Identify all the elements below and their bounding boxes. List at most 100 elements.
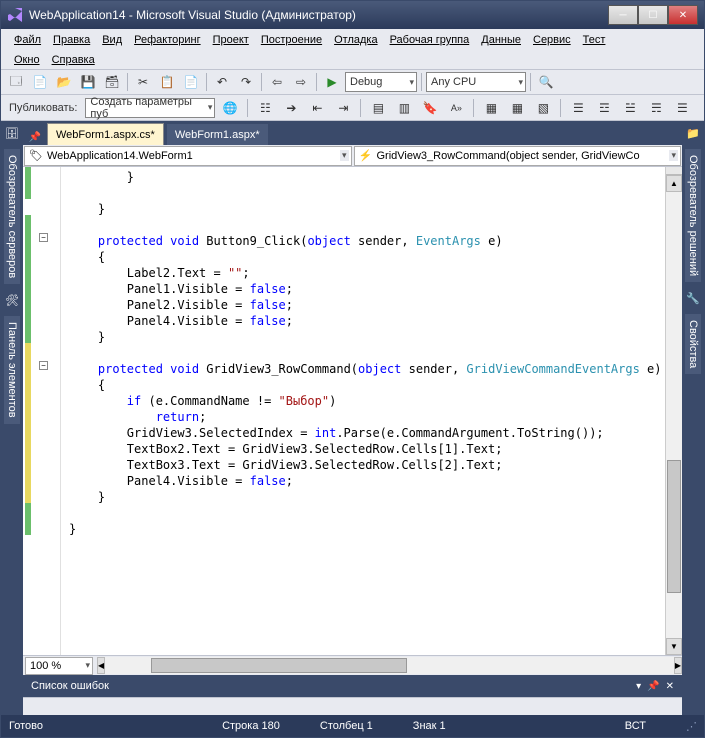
error-list-header[interactable]: Список ошибок ▾ 📌 ✕ <box>23 675 682 697</box>
format-icon[interactable]: A» <box>445 97 467 119</box>
comment-icon[interactable]: ▤ <box>367 97 389 119</box>
standard-toolbar: 🗔 📄 📂 💾 🗃 ✂ 📋 📄 ↶ ↷ ⇦ ⇨ ▶ Debug Any CPU … <box>1 69 704 95</box>
indent2-icon[interactable]: ⇥ <box>332 97 354 119</box>
menu-service[interactable]: Сервис <box>528 32 576 48</box>
paste-icon[interactable]: 📄 <box>180 71 202 93</box>
minimize-button[interactable]: ─ <box>608 5 638 25</box>
find-icon[interactable]: 🔍 <box>535 71 557 93</box>
panel-close-icon[interactable]: ✕ <box>666 681 674 692</box>
tab-label: WebForm1.aspx* <box>175 129 260 141</box>
resize-grip[interactable]: ⋰ <box>686 720 696 733</box>
tab-pin-icon[interactable]: 📌 <box>27 129 43 145</box>
menu-debug[interactable]: Отладка <box>329 32 382 48</box>
align1-icon[interactable]: ☰ <box>567 97 589 119</box>
uncomment-icon[interactable]: ▥ <box>393 97 415 119</box>
save-icon[interactable]: 💾 <box>77 71 99 93</box>
tab-inactive[interactable]: WebForm1.aspx* <box>166 123 269 145</box>
panel-pin-icon[interactable]: 📌 <box>647 681 659 692</box>
undo-icon[interactable]: ↶ <box>211 71 233 93</box>
separator <box>473 99 474 117</box>
menu-team[interactable]: Рабочая группа <box>385 32 475 48</box>
publish-button-icon[interactable]: 🌐 <box>219 97 241 119</box>
scroll-thumb[interactable] <box>667 460 681 594</box>
menu-data[interactable]: Данные <box>476 32 526 48</box>
member-name: GridView3_RowCommand(object sender, Grid… <box>377 150 640 162</box>
publish-label: Публиковать: <box>5 102 81 114</box>
tab-active[interactable]: WebForm1.aspx.cs* <box>47 123 164 145</box>
align4-icon[interactable]: ☴ <box>645 97 667 119</box>
align5-icon[interactable]: ☰ <box>671 97 693 119</box>
scroll-track-h[interactable] <box>105 657 674 674</box>
menu-edit[interactable]: Правка <box>48 32 95 48</box>
menu-file[interactable]: Файл <box>9 32 46 48</box>
solution-explorer-tab[interactable]: Обозреватель решений <box>685 149 701 282</box>
align3-icon[interactable]: ☱ <box>619 97 641 119</box>
scroll-track[interactable] <box>666 192 682 638</box>
menu-refactoring[interactable]: Рефакторинг <box>129 32 205 48</box>
indent-icon[interactable]: ➔ <box>280 97 302 119</box>
bookmark-icon[interactable]: 🔖 <box>419 97 441 119</box>
publish-target-dropdown[interactable]: Создать параметры пуб <box>85 98 215 118</box>
redo-icon[interactable]: ↷ <box>235 71 257 93</box>
outdent-icon[interactable]: ⇤ <box>306 97 328 119</box>
nav-back-icon[interactable]: ⇦ <box>266 71 288 93</box>
titlebar[interactable]: WebApplication14 - Microsoft Visual Stud… <box>1 1 704 29</box>
save-all-icon[interactable]: 🗃 <box>101 71 123 93</box>
editor-footer: 100 % ◀ ▶ <box>23 655 682 675</box>
open-file-icon[interactable]: 📂 <box>53 71 75 93</box>
new-project-icon[interactable]: 🗔 <box>5 71 27 93</box>
separator <box>261 73 262 91</box>
code-text[interactable]: } } protected void Button9_Click(object … <box>61 167 665 655</box>
toolbox1-icon[interactable]: ▦ <box>480 97 502 119</box>
separator <box>247 99 248 117</box>
maximize-button[interactable]: ☐ <box>638 5 668 25</box>
scrollbar-horizontal[interactable]: ◀ ▶ <box>97 657 682 674</box>
toolbox-tab[interactable]: Панель элементов <box>4 316 20 424</box>
editor-container: 📌 WebForm1.aspx.cs* WebForm1.aspx* 🏷 Web… <box>23 121 682 715</box>
toolbox3-icon[interactable]: ▧ <box>532 97 554 119</box>
toolbox2-icon[interactable]: ▦ <box>506 97 528 119</box>
members-icon[interactable]: ☷ <box>254 97 276 119</box>
class-dropdown[interactable]: 🏷 WebApplication14.WebForm1 <box>24 146 352 166</box>
cut-icon[interactable]: ✂ <box>132 71 154 93</box>
properties-icon[interactable]: 🔧 <box>685 290 701 306</box>
scroll-down-button[interactable]: ▼ <box>666 638 682 655</box>
add-item-icon[interactable]: 📄 <box>29 71 51 93</box>
panel-dropdown-icon[interactable]: ▾ <box>636 681 641 692</box>
start-debug-icon[interactable]: ▶ <box>321 71 343 93</box>
align2-icon[interactable]: ☲ <box>593 97 615 119</box>
server-explorer-tab[interactable]: Обозреватель серверов <box>4 149 20 284</box>
server-explorer-icon[interactable]: 🗄 <box>4 125 20 141</box>
scroll-up-button[interactable]: ▲ <box>666 175 682 192</box>
split-handle[interactable] <box>666 167 682 175</box>
separator <box>421 73 422 91</box>
platform-dropdown[interactable]: Any CPU <box>426 72 526 92</box>
nav-fwd-icon[interactable]: ⇨ <box>290 71 312 93</box>
scroll-left-button[interactable]: ◀ <box>97 657 105 674</box>
scroll-right-button[interactable]: ▶ <box>674 657 682 674</box>
solution-explorer-icon[interactable]: 📁 <box>685 125 701 141</box>
separator <box>530 73 531 91</box>
copy-icon[interactable]: 📋 <box>156 71 178 93</box>
menu-build[interactable]: Построение <box>256 32 327 48</box>
menu-test[interactable]: Тест <box>578 32 611 48</box>
method-icon: ⚡ <box>359 149 373 163</box>
menu-help[interactable]: Справка <box>47 52 100 68</box>
code-editor[interactable]: − − } } protected void Button9_Click(obj… <box>23 167 682 655</box>
toolbox-icon[interactable]: 🛠 <box>4 292 20 308</box>
menu-window[interactable]: Окно <box>9 52 45 68</box>
close-button[interactable]: ✕ <box>668 5 698 25</box>
config-dropdown[interactable]: Debug <box>345 72 417 92</box>
menu-view[interactable]: Вид <box>97 32 127 48</box>
tab-label: WebForm1.aspx.cs* <box>56 129 155 141</box>
scrollbar-vertical[interactable]: ▲ ▼ <box>665 167 682 655</box>
member-dropdown[interactable]: ⚡ GridView3_RowCommand(object sender, Gr… <box>354 146 682 166</box>
scroll-thumb-h[interactable] <box>151 658 407 673</box>
properties-tab[interactable]: Свойства <box>685 314 701 374</box>
error-list-body[interactable] <box>23 697 682 715</box>
menu-project[interactable]: Проект <box>208 32 254 48</box>
zoom-dropdown[interactable]: 100 % <box>25 657 93 675</box>
fold-toggle[interactable]: − <box>39 233 48 242</box>
fold-toggle[interactable]: − <box>39 361 48 370</box>
publish-toolbar: Публиковать: Создать параметры пуб 🌐 ☷ ➔… <box>1 95 704 121</box>
